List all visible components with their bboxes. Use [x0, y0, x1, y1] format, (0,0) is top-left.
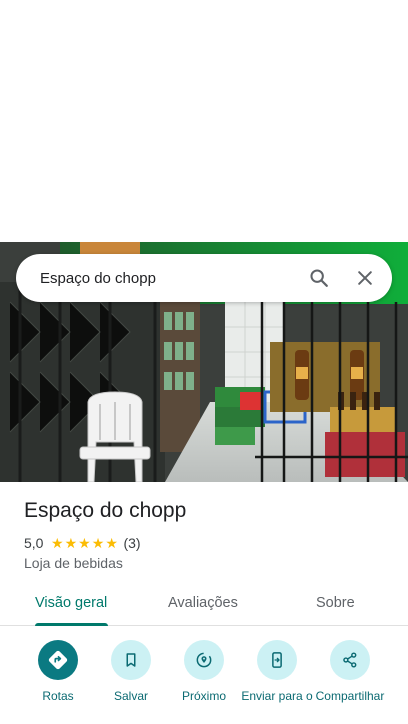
search-input[interactable]: Espaço do chopp [40, 270, 299, 287]
rating-stars: ★ ★ ★ ★ ★ [50, 536, 118, 550]
rating-value: 5,0 [24, 535, 44, 551]
rating-row[interactable]: 5,0 ★ ★ ★ ★ ★ (3) [24, 535, 141, 551]
send-to-phone-label: Enviar para o [241, 689, 313, 703]
share-button[interactable]: Compartilhar [310, 640, 390, 704]
star-icon: ★ [78, 535, 91, 551]
close-icon [358, 271, 372, 285]
search-icon [310, 269, 328, 287]
search-button[interactable] [299, 258, 339, 298]
nearby-icon [196, 652, 212, 668]
tab-overview[interactable]: Visão geral [35, 595, 107, 611]
nearby-button[interactable]: Próximo [164, 640, 244, 704]
bookmark-icon [126, 653, 136, 667]
tab-bar: Visão geral Avaliações Sobre [0, 584, 408, 626]
action-bar: Rotas Salvar Próximo Enviar para o Compa… [0, 640, 408, 724]
send-to-phone-icon [272, 652, 282, 668]
directions-icon [48, 650, 68, 670]
save-button[interactable]: Salvar [91, 640, 171, 704]
clear-search-button[interactable] [345, 258, 385, 298]
tab-about[interactable]: Sobre [316, 595, 355, 611]
place-category: Loja de bebidas [24, 555, 123, 571]
tab-reviews[interactable]: Avaliações [168, 595, 238, 611]
search-bar[interactable]: Espaço do chopp [16, 254, 392, 302]
place-title: Espaço do chopp [24, 499, 187, 522]
review-count: (3) [123, 535, 141, 551]
star-icon: ★ [91, 535, 105, 551]
directions-label: Rotas [42, 689, 74, 703]
directions-button[interactable]: Rotas [18, 640, 98, 704]
save-label: Salvar [113, 689, 148, 703]
star-icon: ★ [50, 535, 64, 551]
active-tab-indicator [35, 623, 108, 626]
star-icon: ★ [64, 535, 78, 551]
star-icon: ★ [105, 535, 118, 551]
share-icon [343, 652, 357, 668]
share-label: Compartilhar [315, 689, 385, 703]
send-to-phone-button[interactable]: Enviar para o [237, 640, 317, 704]
nearby-label: Próximo [181, 689, 226, 703]
